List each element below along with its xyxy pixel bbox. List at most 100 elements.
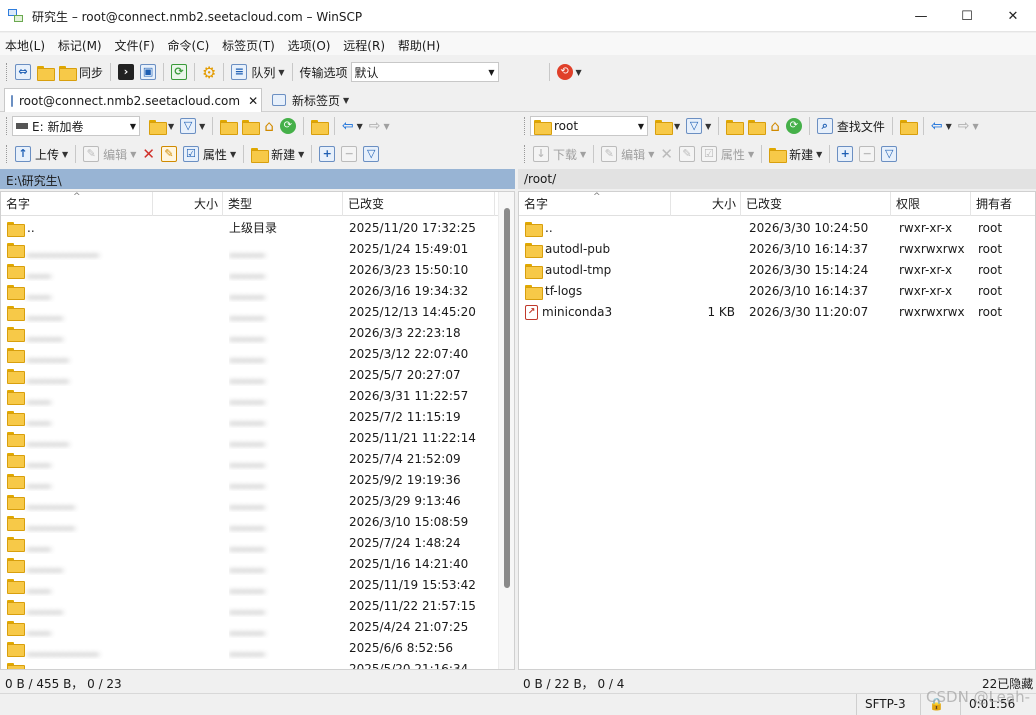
menu-options[interactable]: 选项(O) — [283, 33, 335, 54]
table-row[interactable]: .. 上级目录 2025/11/20 17:32:25 — [1, 218, 514, 239]
local-drive-select[interactable]: E: 新加卷 ▼ — [12, 116, 140, 136]
table-row[interactable]: ____ ______ 2025/9/2 19:19:36 — [1, 470, 514, 491]
remote-refresh-button[interactable]: ⟳ — [783, 115, 805, 137]
table-row[interactable]: ____ ______ 2025/4/24 21:07:25 — [1, 617, 514, 638]
table-row[interactable]: ______ ______ 2025/1/16 14:21:40 — [1, 554, 514, 575]
table-row[interactable]: .. 2026/3/30 10:24:50 rwxr-xr-x root — [519, 218, 1035, 239]
table-row[interactable]: ____ ______ 2025/5/20 21:16:34 — [1, 659, 514, 669]
table-row[interactable]: ______ ______ 2025/11/22 21:57:15 — [1, 596, 514, 617]
local-delete-button[interactable]: ✕ — [139, 143, 158, 165]
download-button[interactable]: ↓ 下载 ▼ — [530, 143, 589, 165]
table-row[interactable]: ____ ______ 2025/11/19 15:53:42 — [1, 575, 514, 596]
refresh-session-button[interactable]: ⟳ — [168, 61, 190, 83]
toolbar-grip[interactable] — [6, 117, 9, 135]
local-properties-button[interactable]: ☑ 属性 ▼ — [180, 143, 239, 165]
table-row[interactable]: ____ ______ 2025/7/2 11:15:19 — [1, 407, 514, 428]
local-refresh-button[interactable]: ⟳ — [277, 115, 299, 137]
col-modified-header[interactable]: 已改变 — [741, 192, 891, 216]
table-row[interactable]: ________ ______ 2025/3/29 9:13:46 — [1, 491, 514, 512]
menu-local[interactable]: 本地(L) — [0, 33, 49, 54]
remote-dir-select[interactable]: root ▼ — [530, 116, 648, 136]
local-path-bar[interactable]: E:\研究生\ — [0, 169, 515, 189]
menu-command[interactable]: 命令(C) — [163, 33, 214, 54]
local-rename-button[interactable]: ✎ — [158, 143, 180, 165]
local-parent-dir-button[interactable] — [217, 115, 239, 137]
transfer-preset-select[interactable]: 默认 ▼ — [350, 62, 499, 82]
local-new-button[interactable]: 新建 ▼ — [248, 143, 307, 165]
close-button[interactable]: ✕ — [990, 0, 1036, 32]
col-size-header[interactable]: 大小 — [671, 192, 741, 216]
local-scrollbar[interactable] — [498, 192, 514, 669]
maximize-button[interactable]: ☐ — [944, 0, 990, 32]
remote-new-button[interactable]: 新建 ▼ — [766, 143, 825, 165]
remote-path-bar[interactable]: /root/ — [518, 169, 1036, 189]
queue-button[interactable]: ≡ 队列 ▼ — [228, 61, 287, 83]
local-edit-button[interactable]: ✎ 编辑 ▼ — [80, 143, 139, 165]
remote-select-all-button[interactable]: + — [834, 143, 856, 165]
col-modified-header[interactable]: 已改变 — [343, 192, 495, 216]
local-deselect-button[interactable]: − — [338, 143, 360, 165]
terminal-button[interactable]: › — [115, 61, 137, 83]
local-filter-select-button[interactable]: ▽ — [360, 143, 382, 165]
preferences-button[interactable]: ⚙ — [199, 61, 219, 83]
col-name-header[interactable]: 名字 ^ — [1, 192, 153, 216]
local-back-button[interactable]: ⇦ ▼ — [339, 115, 366, 137]
find-files-button[interactable]: ⌕ 查找文件 — [814, 115, 888, 137]
remote-rename-button[interactable]: ✎ — [676, 143, 698, 165]
table-row[interactable]: ____ ______ 2025/7/4 21:52:09 — [1, 449, 514, 470]
table-row[interactable]: ____________ ______ 2025/6/6 8:52:56 — [1, 638, 514, 659]
sync-browse-button[interactable] — [34, 61, 56, 83]
local-open-dir-button[interactable]: ▼ — [146, 115, 177, 137]
local-file-panel[interactable]: 名字 ^ 大小 类型 已改变 .. 上级目录 2025/11/20 17:32:25 _… — [0, 191, 515, 670]
menu-mark[interactable]: 标记(M) — [53, 33, 106, 54]
table-row[interactable]: ________ ______ 2026/3/10 15:08:59 — [1, 512, 514, 533]
remote-parent-dir-button[interactable] — [723, 115, 745, 137]
table-row[interactable]: ______ ______ 2025/12/13 14:45:20 — [1, 302, 514, 323]
toolbar-grip[interactable] — [524, 117, 527, 135]
remote-filter-select-button[interactable]: ▽ — [878, 143, 900, 165]
compare-dirs-button[interactable]: ⇔ — [12, 61, 34, 83]
minimize-button[interactable]: — — [898, 0, 944, 32]
col-type-header[interactable]: 类型 — [223, 192, 343, 216]
remote-filter-button[interactable]: ▽ ▼ — [683, 115, 714, 137]
menu-help[interactable]: 帮助(H) — [393, 33, 444, 54]
toolbar-grip[interactable] — [524, 145, 527, 163]
menu-file[interactable]: 文件(F) — [109, 33, 158, 54]
table-row[interactable]: ____________ ______ 2025/1/24 15:49:01 — [1, 239, 514, 260]
remote-open-dir-button[interactable]: ▼ — [652, 115, 683, 137]
local-root-dir-button[interactable] — [239, 115, 261, 137]
remote-forward-button[interactable]: ⇨ ▼ — [955, 115, 982, 137]
local-tree-button[interactable] — [308, 115, 330, 137]
table-row[interactable]: _______ ______ 2025/5/7 20:27:07 — [1, 365, 514, 386]
putty-button[interactable]: ▣ — [137, 61, 159, 83]
remote-delete-button[interactable]: ✕ — [657, 143, 676, 165]
col-name-header[interactable]: 名字 ^ — [519, 192, 671, 216]
table-row[interactable]: ____ ______ 2025/7/24 1:48:24 — [1, 533, 514, 554]
local-home-button[interactable]: ⌂ — [261, 115, 277, 137]
close-tab-icon[interactable]: ✕ — [248, 94, 258, 108]
col-owner-header[interactable]: 拥有者 — [971, 192, 1035, 216]
remote-home-button[interactable]: ⌂ — [767, 115, 783, 137]
table-row[interactable]: ↗ miniconda3 1 KB 2026/3/30 11:20:07 rwxrwxr… — [519, 302, 1035, 323]
menu-remote[interactable]: 远程(R) — [338, 33, 389, 54]
remote-deselect-button[interactable]: − — [856, 143, 878, 165]
remote-properties-button[interactable]: ☑ 属性 ▼ — [698, 143, 757, 165]
remote-file-panel[interactable]: 名字 ^ 大小 已改变 权限 拥有者 .. 2026/3/30 10:24:50 rw… — [518, 191, 1036, 670]
upload-button[interactable]: ↑ 上传 ▼ — [12, 143, 71, 165]
table-row[interactable]: _______ ______ 2025/3/12 22:07:40 — [1, 344, 514, 365]
toolbar-grip[interactable] — [6, 63, 9, 81]
col-permissions-header[interactable]: 权限 — [891, 192, 971, 216]
table-row[interactable]: ____ ______ 2026/3/23 15:50:10 — [1, 260, 514, 281]
menu-tabs[interactable]: 标签页(T) — [217, 33, 279, 54]
table-row[interactable]: autodl-tmp 2026/3/30 15:14:24 rwxr-xr-x roo… — [519, 260, 1035, 281]
tab-new[interactable]: 新标签页 ▼ — [266, 88, 355, 112]
local-select-all-button[interactable]: + — [316, 143, 338, 165]
table-row[interactable]: tf-logs 2026/3/10 16:14:37 rwxr-xr-x root — [519, 281, 1035, 302]
table-row[interactable]: ____ ______ 2026/3/16 19:34:32 — [1, 281, 514, 302]
table-row[interactable]: _______ ______ 2025/11/21 11:22:14 — [1, 428, 514, 449]
toolbar-grip[interactable] — [6, 145, 9, 163]
session-sync-button[interactable]: ⟲ ▼ — [554, 61, 585, 83]
remote-edit-button[interactable]: ✎ 编辑 ▼ — [598, 143, 657, 165]
table-row[interactable]: autodl-pub 2026/3/10 16:14:37 rwxrwxrwx roo… — [519, 239, 1035, 260]
tab-session[interactable]: root@connect.nmb2.seetacloud.com ✕ — [4, 88, 262, 112]
